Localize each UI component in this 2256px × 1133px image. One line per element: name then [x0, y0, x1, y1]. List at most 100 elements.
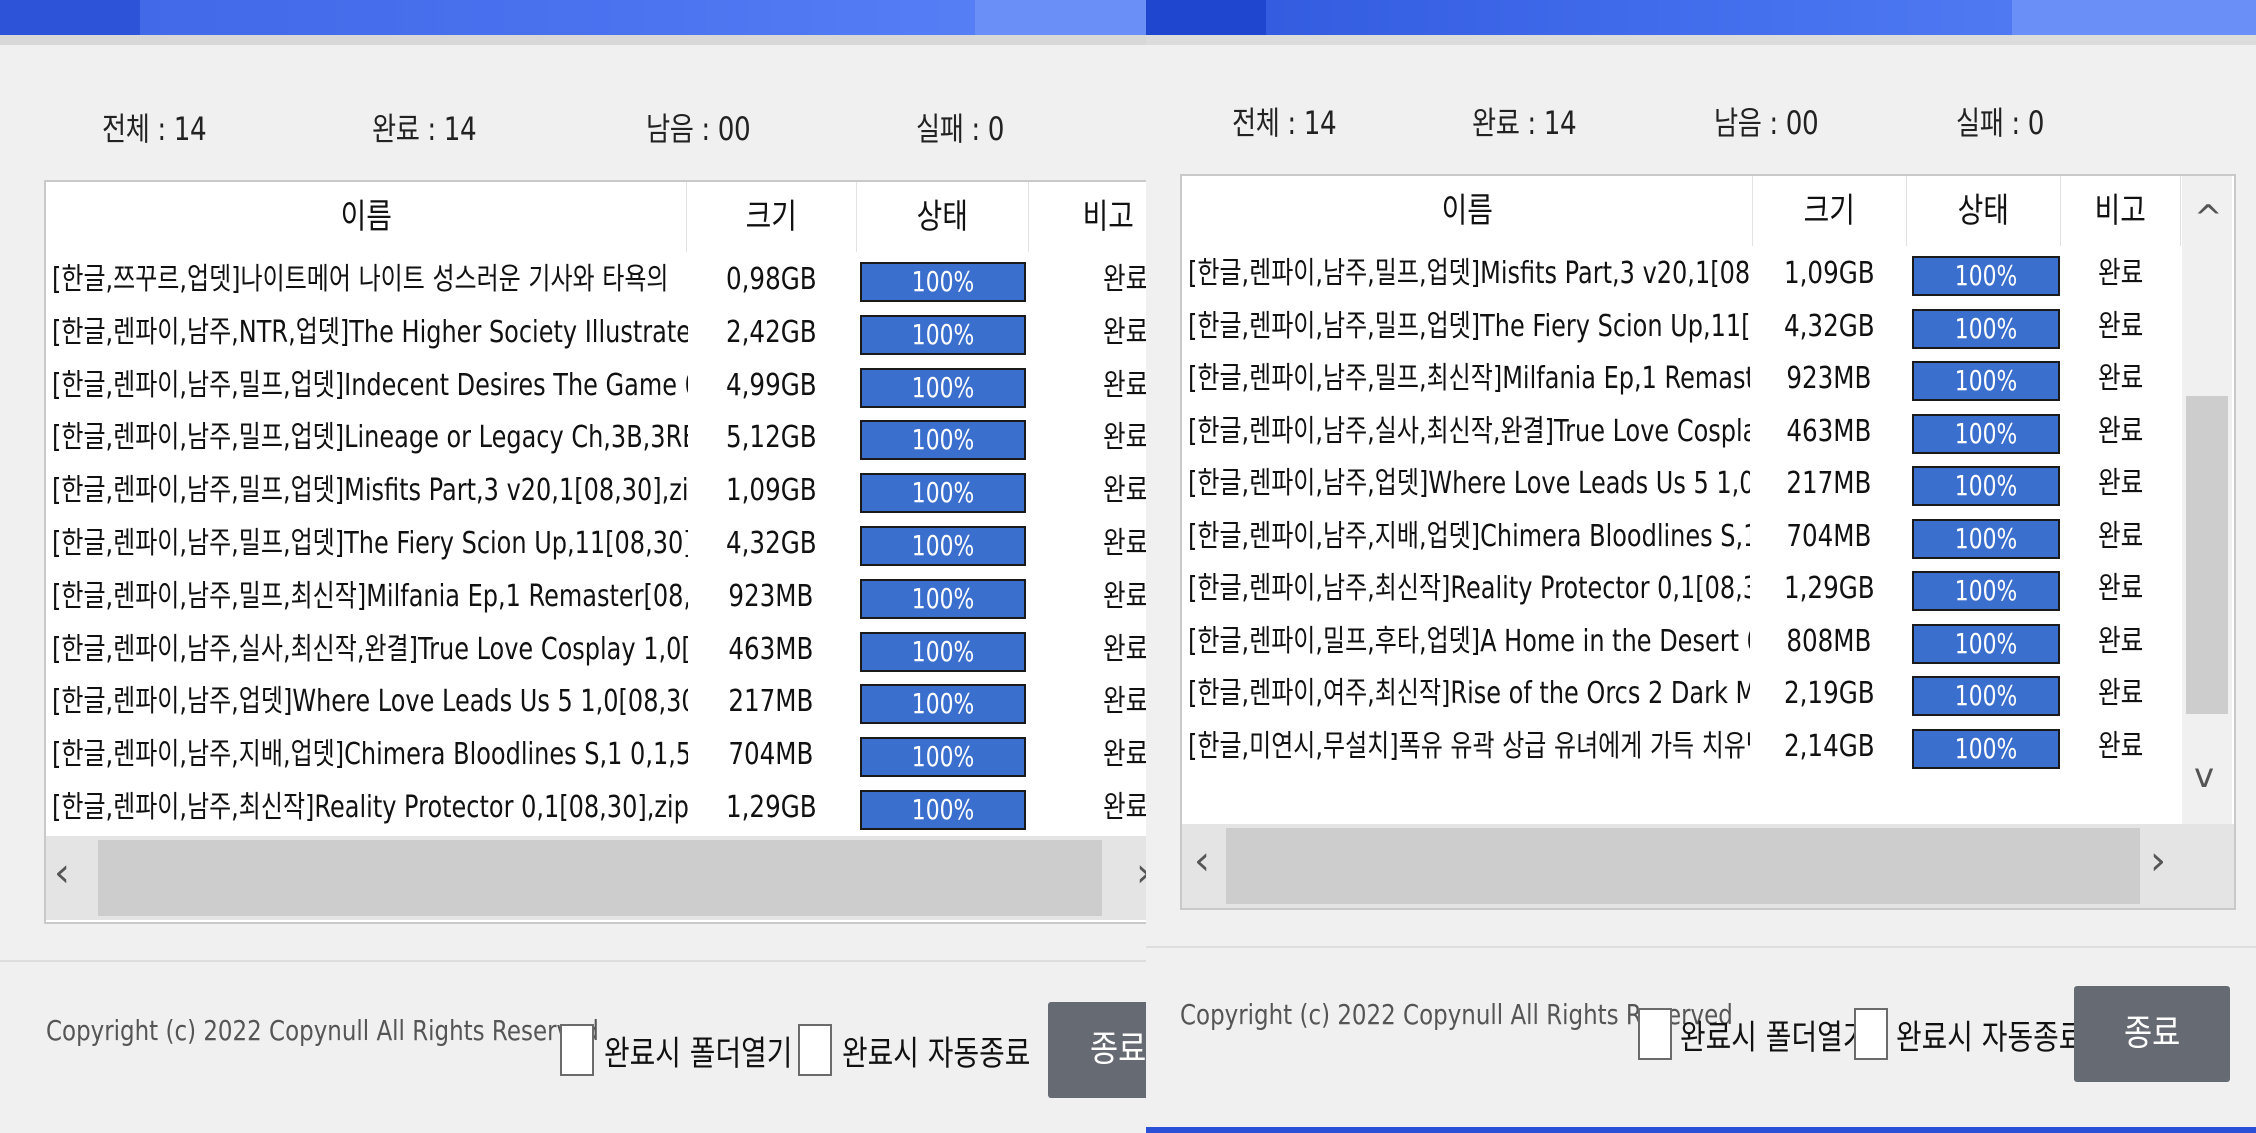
stat-failed: 실패 : 0 — [1956, 104, 2045, 142]
file-size-cell: 808MB — [1786, 623, 1872, 659]
table-row[interactable]: [한글,렌파이,남주,밀프,업뎃]The Fiery Scion Up,11[0… — [1182, 301, 2234, 353]
file-name-cell: [한글,렌파이,남주,지배,업뎃]Chimera Bloodlines S,1 … — [1188, 518, 1750, 554]
table-row[interactable]: [한글,렌파이,남주,밀프,업뎃]Indecent Desires The Ga… — [46, 360, 1146, 412]
scroll-up-icon[interactable]: ^ — [2194, 198, 2223, 238]
exit-button[interactable]: 종료 — [2074, 986, 2230, 1082]
table-row[interactable]: [한글,렌파이,여주,최신작]Rise of the Orcs 2 Dark M… — [1182, 668, 2234, 720]
scroll-down-icon[interactable]: v — [2194, 756, 2214, 796]
table-row[interactable]: [한글,렌파이,남주,업뎃]Where Love Leads Us 5 1,0[… — [1182, 458, 2234, 510]
stat-total: 전체 : 14 — [102, 110, 207, 148]
column-header-name[interactable]: 이름 — [1182, 176, 1753, 246]
file-list[interactable]: 이름 크기 상태 비고 [한글,쯔꾸르,업뎃]나이트메어 나이트 성스러운 기사… — [44, 180, 1146, 924]
vertical-scrollbar[interactable]: ^ v — [2182, 176, 2232, 826]
title-bar-segment — [0, 0, 140, 35]
status-note-cell: 완료 — [2098, 676, 2144, 711]
file-name-cell: [한글,렌파이,남주,밀프,업뎃]Misfits Part,3 v20,1[08… — [52, 473, 688, 509]
progress-bar: 100% — [1912, 676, 2060, 716]
progress-bar: 100% — [1912, 413, 2060, 454]
progress-bar: 100% — [1912, 361, 2060, 401]
title-bar-segment — [975, 0, 1146, 35]
progress-bar: 100% — [1912, 571, 2060, 611]
table-row[interactable]: [한글,렌파이,남주,밀프,최신작]Milfania Ep,1 Remaster… — [46, 571, 1146, 623]
scroll-left-icon[interactable]: ‹ — [54, 850, 70, 896]
stat-failed: 실패 : 0 — [916, 110, 1005, 148]
progress-bar: 100% — [860, 790, 1026, 830]
left-downloader-window: 전체 : 14 완료 : 14 남음 : 00 실패 : 0 이름 크기 상태 … — [0, 0, 1146, 1133]
progress-bar: 100% — [1912, 256, 2060, 296]
horizontal-scrollbar[interactable]: ‹ › — [1182, 824, 2234, 908]
progress-bar: 100% — [860, 737, 1026, 778]
taskbar-edge — [1146, 1127, 2256, 1133]
column-header-size[interactable]: 크기 — [1752, 176, 1907, 246]
progress-bar: 100% — [860, 420, 1026, 461]
stat-remaining: 남음 : 00 — [646, 110, 751, 148]
status-note-cell: 완료 — [2098, 256, 2144, 291]
table-row[interactable]: [한글,렌파이,남주,밀프,최신작]Milfania Ep,1 Remaster… — [1182, 353, 2234, 405]
table-row[interactable]: [한글,렌파이,남주,최신작]Reality Protector 0,1[08,… — [46, 782, 1146, 834]
table-row[interactable]: [한글,렌파이,남주,밀프,업뎃]Misfits Part,3 v20,1[08… — [46, 465, 1146, 517]
auto-exit-checkbox[interactable] — [1854, 1008, 1888, 1060]
table-row[interactable]: [한글,렌파이,남주,지배,업뎃]Chimera Bloodlines S,1 … — [46, 729, 1146, 781]
title-bar-shadow — [1146, 35, 2256, 45]
column-header-note[interactable]: 비고 — [1028, 182, 1146, 252]
file-size-cell: 1,09GB — [725, 473, 817, 509]
right-downloader-window: 전체 : 14 완료 : 14 남음 : 00 실패 : 0 이름 크기 상태 … — [1146, 0, 2256, 1133]
file-size-cell: 2,14GB — [1783, 728, 1875, 764]
scrollbar-thumb[interactable] — [1226, 828, 2140, 904]
status-note-cell: 완료 — [1103, 526, 1146, 561]
scrollbar-thumb[interactable] — [2186, 396, 2228, 714]
stat-total: 전체 : 14 — [1232, 104, 1337, 142]
table-row[interactable]: [한글,렌파이,남주,지배,업뎃]Chimera Bloodlines S,1 … — [1182, 511, 2234, 563]
title-bar-shadow — [0, 35, 1146, 45]
scroll-right-icon[interactable]: › — [1136, 850, 1146, 896]
progress-bar: 100% — [860, 631, 1026, 672]
scrollbar-thumb[interactable] — [98, 840, 1102, 916]
footer-divider — [1146, 946, 2256, 948]
table-row[interactable]: [한글,렌파이,남주,밀프,업뎃]Lineage or Legacy Ch,3B… — [46, 412, 1146, 464]
status-note-cell: 완료 — [2098, 728, 2144, 764]
file-name-cell: [한글,렌파이,남주,실사,최신작,완결]True Love Cosplay 1… — [52, 631, 688, 667]
table-row[interactable]: [한글,렌파이,남주,실사,최신작,완결]True Love Cosplay 1… — [1182, 406, 2234, 458]
table-row[interactable]: [한글,미연시,무설치]폭유 유곽 상급 유녀에게 가득 치유받는 2,14GB 1… — [1182, 721, 2234, 773]
file-size-cell: 463MB — [1786, 413, 1872, 449]
open-folder-checkbox[interactable] — [1638, 1008, 1672, 1060]
file-name-cell: [한글,렌파이,남주,밀프,업뎃]The Fiery Scion Up,11[0… — [1188, 308, 1750, 344]
file-size-cell: 463MB — [728, 631, 814, 667]
status-note-cell: 완료 — [1103, 684, 1146, 720]
file-name-cell: [한글,쯔꾸르,업뎃]나이트메어 나이트 성스러운 기사와 타욕의 — [52, 262, 669, 297]
file-name-cell: [한글,렌파이,남주,업뎃]Where Love Leads Us 5 1,0[… — [52, 684, 688, 720]
column-header-status[interactable]: 상태 — [1906, 176, 2061, 246]
table-row[interactable]: [한글,렌파이,남주,NTR,업뎃]The Higher Society Ill… — [46, 307, 1146, 359]
status-note-cell: 완료 — [2098, 466, 2144, 501]
table-row[interactable]: [한글,렌파이,남주,밀프,업뎃]The Fiery Scion Up,11[0… — [46, 518, 1146, 570]
file-list[interactable]: 이름 크기 상태 비고 [한글,렌파이,남주,밀프,업뎃]Misfits Par… — [1180, 174, 2236, 910]
table-row[interactable]: [한글,렌파이,밀프,후타,업뎃]A Home in the Desert 0,… — [1182, 616, 2234, 668]
file-size-cell: 217MB — [1786, 466, 1872, 501]
exit-button[interactable]: 종료 — [1048, 1002, 1146, 1098]
file-name-cell: [한글,렌파이,남주,밀프,업뎃]Lineage or Legacy Ch,3B… — [52, 420, 688, 456]
open-folder-checkbox[interactable] — [560, 1024, 594, 1076]
auto-exit-label: 완료시 자동종료 — [1896, 1018, 2085, 1058]
table-row[interactable]: [한글,쯔꾸르,업뎃]나이트메어 나이트 성스러운 기사와 타욕의 0,98GB 1… — [46, 254, 1146, 306]
file-name-cell: [한글,렌파이,남주,NTR,업뎃]The Higher Society Ill… — [52, 314, 688, 350]
status-note-cell: 완료 — [2098, 413, 2144, 449]
column-header-status[interactable]: 상태 — [856, 182, 1029, 252]
column-header-name[interactable]: 이름 — [46, 182, 687, 252]
stat-done: 완료 : 14 — [1472, 104, 1577, 142]
column-header-size[interactable]: 크기 — [686, 182, 857, 252]
column-header-note[interactable]: 비고 — [2060, 176, 2181, 246]
file-name-cell: [한글,렌파이,남주,밀프,업뎃]Indecent Desires The Ga… — [52, 367, 688, 403]
horizontal-scrollbar[interactable]: ‹ › — [46, 836, 1146, 920]
status-note-cell: 완료 — [1103, 367, 1146, 403]
file-size-cell: 217MB — [728, 684, 814, 720]
auto-exit-checkbox[interactable] — [798, 1024, 832, 1076]
table-row[interactable]: [한글,렌파이,남주,업뎃]Where Love Leads Us 5 1,0[… — [46, 676, 1146, 728]
scroll-left-icon[interactable]: ‹ — [1194, 838, 1210, 884]
scroll-right-icon[interactable]: › — [2150, 838, 2166, 884]
status-note-cell: 완료 — [2098, 308, 2144, 344]
file-name-cell: [한글,렌파이,남주,업뎃]Where Love Leads Us 5 1,0[… — [1188, 466, 1750, 501]
table-row[interactable]: [한글,렌파이,남주,최신작]Reality Protector 0,1[08,… — [1182, 563, 2234, 615]
table-row[interactable]: [한글,렌파이,남주,밀프,업뎃]Misfits Part,3 v20,1[08… — [1182, 248, 2234, 300]
table-row[interactable]: [한글,렌파이,남주,실사,최신작,완결]True Love Cosplay 1… — [46, 624, 1146, 676]
status-note-cell: 완료 — [2098, 571, 2144, 606]
